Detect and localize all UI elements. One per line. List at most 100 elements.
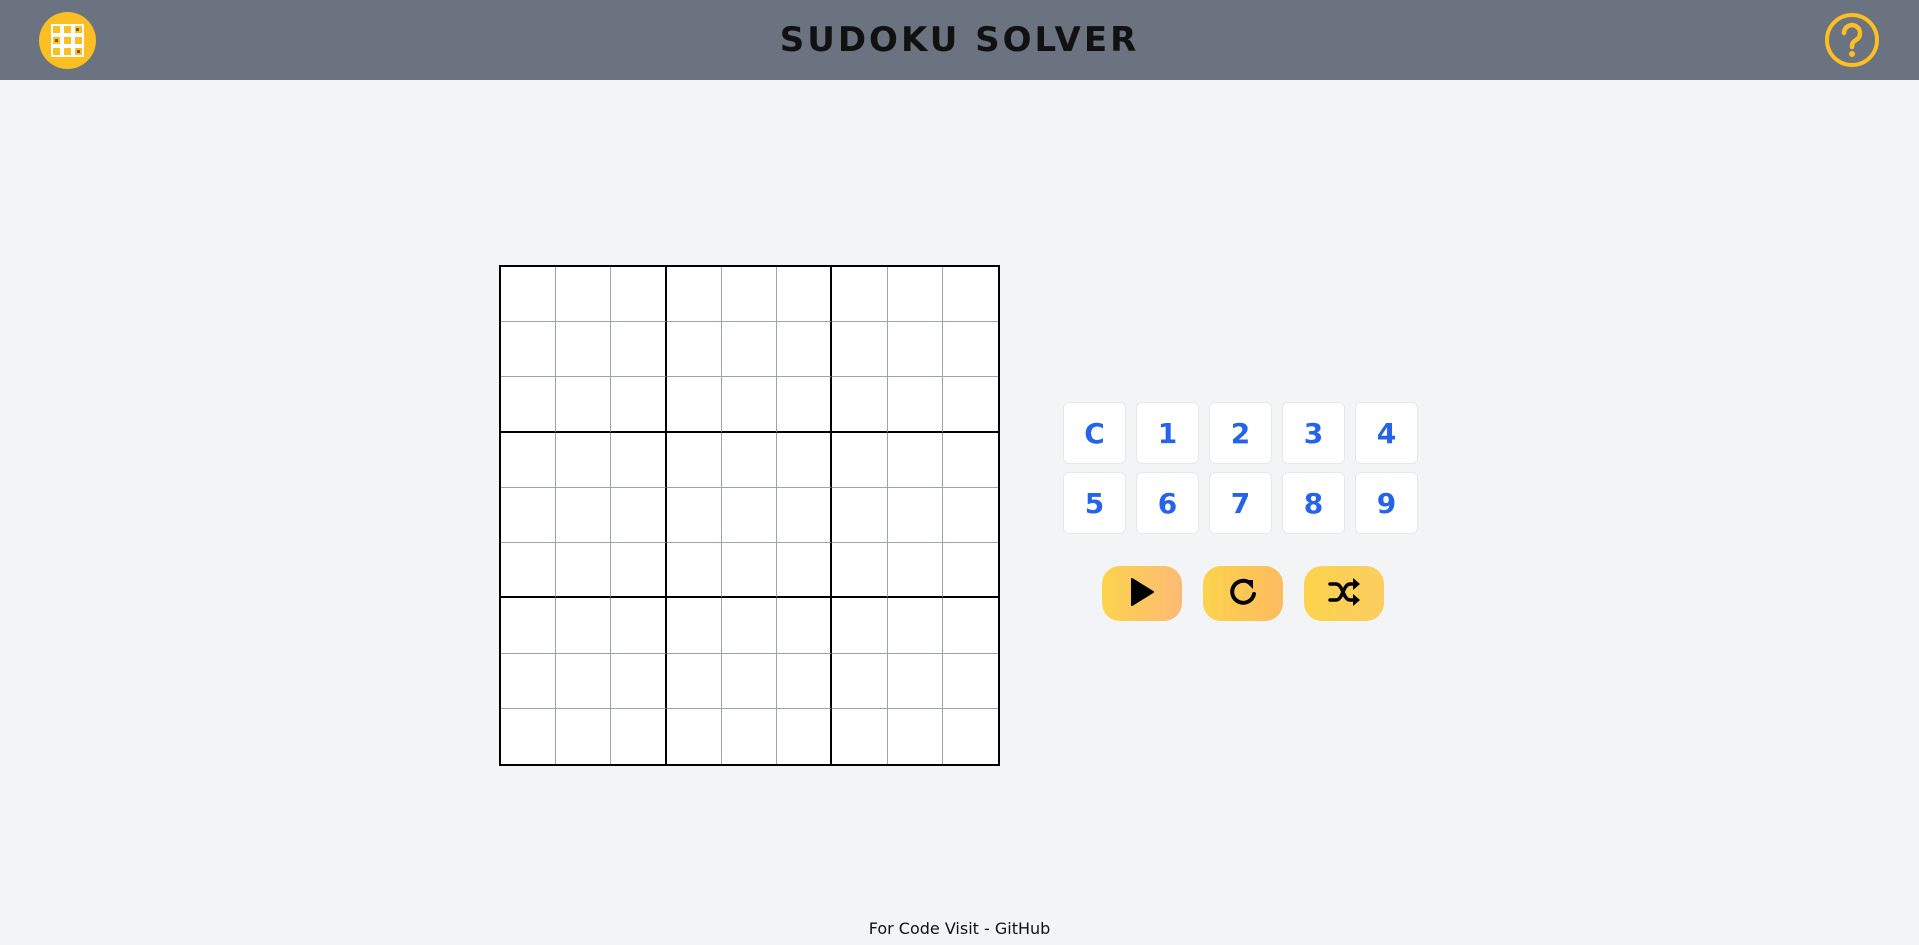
sudoku-cell-r8-c8[interactable]	[887, 653, 943, 709]
sudoku-cell-r1-c6[interactable]	[777, 267, 833, 323]
sudoku-cell-r6-c7[interactable]	[832, 543, 888, 599]
number-key-2[interactable]: 2	[1209, 402, 1272, 464]
number-key-7[interactable]: 7	[1209, 472, 1272, 534]
sudoku-cell-r4-c8[interactable]	[887, 432, 943, 488]
sudoku-cell-r6-c9[interactable]	[942, 543, 998, 599]
sudoku-cell-r3-c8[interactable]	[887, 377, 943, 433]
sudoku-cell-r5-c3[interactable]	[611, 487, 667, 544]
sudoku-cell-r8-c3[interactable]	[611, 653, 667, 709]
sudoku-cell-r6-c1[interactable]	[501, 543, 557, 599]
sudoku-cell-r5-c5[interactable]	[721, 487, 778, 544]
sudoku-cell-r1-c7[interactable]	[832, 267, 888, 323]
sudoku-cell-r2-c9[interactable]	[942, 322, 998, 378]
sudoku-cell-r2-c2[interactable]	[556, 322, 612, 378]
sudoku-cell-r3-c2[interactable]	[556, 377, 612, 433]
sudoku-cell-r1-c3[interactable]	[611, 267, 667, 323]
sudoku-cell-r1-c8[interactable]	[887, 267, 943, 323]
sudoku-cell-r8-c6[interactable]	[777, 653, 833, 709]
sudoku-cell-r6-c8[interactable]	[887, 543, 943, 599]
number-key-4[interactable]: 4	[1355, 402, 1418, 464]
sudoku-cell-r6-c4[interactable]	[666, 543, 722, 599]
shuffle-button[interactable]	[1304, 566, 1384, 621]
sudoku-cell-r4-c1[interactable]	[501, 432, 557, 488]
sudoku-cell-r1-c9[interactable]	[942, 267, 998, 323]
sudoku-cell-r7-c7[interactable]	[832, 598, 888, 654]
sudoku-cell-r2-c7[interactable]	[832, 322, 888, 378]
sudoku-board	[499, 265, 1000, 766]
sudoku-cell-r7-c8[interactable]	[887, 598, 943, 654]
sudoku-cell-r8-c1[interactable]	[501, 653, 557, 709]
sudoku-cell-r2-c8[interactable]	[887, 322, 943, 378]
sudoku-cell-r8-c4[interactable]	[666, 653, 722, 709]
number-key-5[interactable]: 5	[1063, 472, 1126, 534]
sudoku-cell-r1-c1[interactable]	[501, 267, 557, 323]
sudoku-cell-r9-c4[interactable]	[666, 708, 722, 764]
sudoku-cell-r2-c3[interactable]	[611, 322, 667, 378]
sudoku-cell-r9-c3[interactable]	[611, 708, 667, 764]
sudoku-cell-r2-c5[interactable]	[721, 322, 778, 378]
sudoku-cell-r4-c4[interactable]	[666, 432, 722, 488]
sudoku-cell-r9-c2[interactable]	[556, 708, 612, 764]
sudoku-cell-r9-c6[interactable]	[777, 708, 833, 764]
sudoku-cell-r3-c9[interactable]	[942, 377, 998, 433]
sudoku-cell-r1-c5[interactable]	[721, 267, 778, 323]
sudoku-cell-r3-c7[interactable]	[832, 377, 888, 433]
sudoku-cell-r4-c7[interactable]	[832, 432, 888, 488]
sudoku-cell-r7-c6[interactable]	[777, 598, 833, 654]
sudoku-cell-r5-c9[interactable]	[942, 487, 998, 544]
sudoku-cell-r4-c9[interactable]	[942, 432, 998, 488]
sudoku-cell-r4-c3[interactable]	[611, 432, 667, 488]
sudoku-cell-r5-c8[interactable]	[887, 487, 943, 544]
reset-button[interactable]	[1203, 566, 1283, 621]
sudoku-cell-r8-c9[interactable]	[942, 653, 998, 709]
sudoku-cell-r2-c4[interactable]	[666, 322, 722, 378]
sudoku-cell-r7-c9[interactable]	[942, 598, 998, 654]
sudoku-cell-r4-c6[interactable]	[777, 432, 833, 488]
sudoku-cell-r7-c5[interactable]	[721, 598, 778, 654]
question-circle-icon[interactable]	[1824, 12, 1880, 68]
sudoku-cell-r9-c8[interactable]	[887, 708, 943, 764]
sudoku-cell-r9-c7[interactable]	[832, 708, 888, 764]
sudoku-cell-r7-c4[interactable]	[666, 598, 722, 654]
number-key-8[interactable]: 8	[1282, 472, 1345, 534]
number-key-1[interactable]: 1	[1136, 402, 1199, 464]
sudoku-cell-r5-c2[interactable]	[556, 487, 612, 544]
clear-key[interactable]: C	[1063, 402, 1126, 464]
sudoku-cell-r5-c4[interactable]	[666, 487, 722, 544]
sudoku-cell-r8-c5[interactable]	[721, 653, 778, 709]
sudoku-cell-r6-c3[interactable]	[611, 543, 667, 599]
sudoku-cell-r6-c6[interactable]	[777, 543, 833, 599]
sudoku-cell-r8-c2[interactable]	[556, 653, 612, 709]
sudoku-cell-r5-c6[interactable]	[777, 487, 833, 544]
refresh-icon	[1227, 576, 1259, 612]
github-link[interactable]: GitHub	[995, 919, 1050, 938]
sudoku-cell-r9-c5[interactable]	[721, 708, 778, 764]
sudoku-cell-r9-c9[interactable]	[942, 708, 998, 764]
page-title: SUDOKU SOLVER	[779, 20, 1140, 60]
sudoku-cell-r7-c1[interactable]	[501, 598, 557, 654]
sudoku-cell-r1-c4[interactable]	[666, 267, 722, 323]
sudoku-cell-r1-c2[interactable]	[556, 267, 612, 323]
sudoku-cell-r3-c4[interactable]	[666, 377, 722, 433]
number-key-3[interactable]: 3	[1282, 402, 1345, 464]
number-key-6[interactable]: 6	[1136, 472, 1199, 534]
sudoku-cell-r6-c5[interactable]	[721, 543, 778, 599]
number-key-9[interactable]: 9	[1355, 472, 1418, 534]
sudoku-cell-r2-c6[interactable]	[777, 322, 833, 378]
sudoku-cell-r4-c2[interactable]	[556, 432, 612, 488]
sudoku-cell-r6-c2[interactable]	[556, 543, 612, 599]
sudoku-cell-r7-c3[interactable]	[611, 598, 667, 654]
sudoku-cell-r5-c7[interactable]	[832, 487, 888, 544]
header-bar: SUDOKU SOLVER	[0, 0, 1919, 80]
sudoku-cell-r3-c6[interactable]	[777, 377, 833, 433]
sudoku-cell-r3-c3[interactable]	[611, 377, 667, 433]
sudoku-cell-r8-c7[interactable]	[832, 653, 888, 709]
sudoku-cell-r7-c2[interactable]	[556, 598, 612, 654]
sudoku-cell-r5-c1[interactable]	[501, 487, 557, 544]
sudoku-cell-r3-c5[interactable]	[721, 377, 778, 433]
sudoku-cell-r2-c1[interactable]	[501, 322, 557, 378]
sudoku-cell-r4-c5[interactable]	[721, 432, 778, 488]
sudoku-cell-r9-c1[interactable]	[501, 708, 557, 764]
solve-button[interactable]	[1102, 566, 1182, 621]
sudoku-cell-r3-c1[interactable]	[501, 377, 557, 433]
